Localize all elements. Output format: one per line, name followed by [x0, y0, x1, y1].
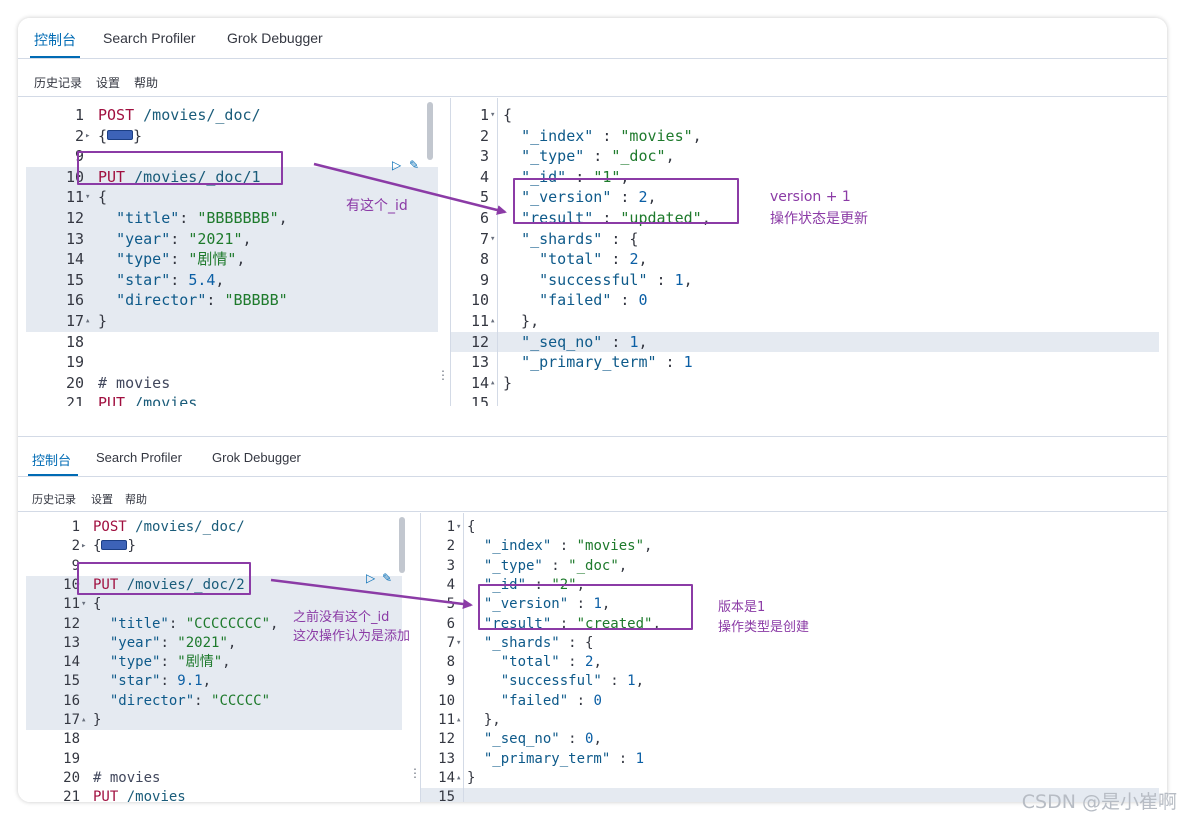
arrow-bottom: [270, 578, 473, 609]
annotation-arrows: [270, 162, 507, 609]
arrow-top: [313, 162, 507, 215]
watermark: CSDN @是小崔啊: [1021, 791, 1177, 813]
